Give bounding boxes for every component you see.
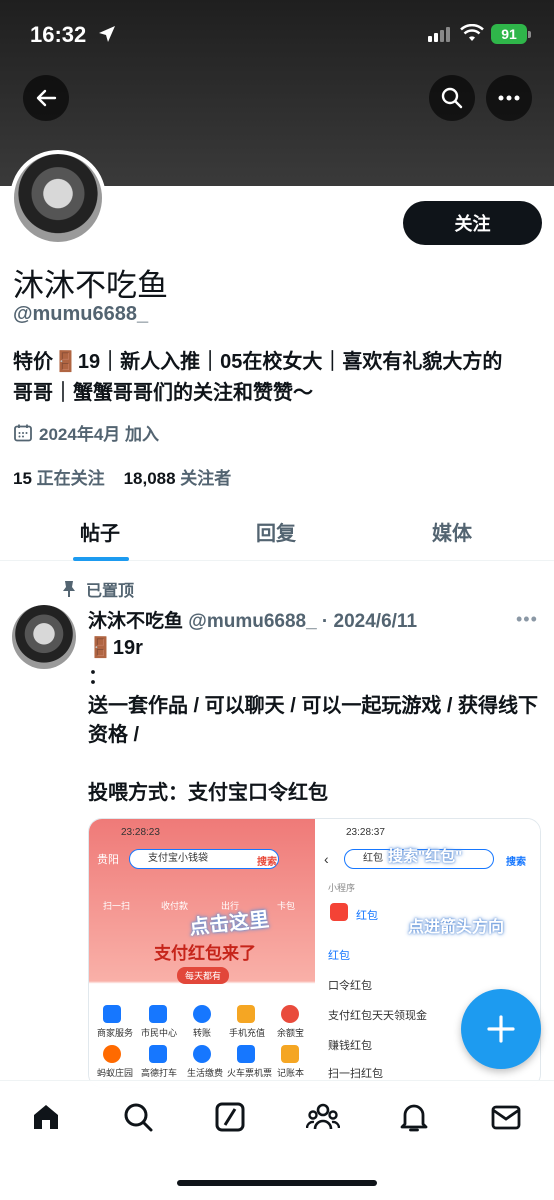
grid-app-icon bbox=[193, 1045, 211, 1063]
communities-icon[interactable] bbox=[305, 1101, 341, 1138]
tab-replies[interactable]: 回复 bbox=[256, 517, 296, 546]
grid-app-label: 蚂蚁庄园 bbox=[97, 1068, 134, 1078]
calendar-icon bbox=[14, 424, 32, 441]
search-icon bbox=[441, 87, 463, 109]
grid-app-icon bbox=[237, 1005, 255, 1023]
following-link[interactable]: 15 正在关注 bbox=[13, 469, 105, 488]
grid-app-label: 余额宝 bbox=[277, 1028, 305, 1038]
image-list-item: 口令红包 bbox=[328, 980, 372, 992]
back-button[interactable] bbox=[23, 75, 69, 121]
image-quick-item: 收付款 bbox=[161, 901, 189, 911]
location-arrow-icon bbox=[98, 25, 116, 48]
image-section-label: 小程序 bbox=[328, 883, 356, 893]
grid-app-label: 生活缴费 bbox=[187, 1068, 224, 1078]
grid-app-icon bbox=[149, 1045, 167, 1063]
follow-button[interactable]: 关注 bbox=[403, 201, 542, 245]
profile-bio: 特价🚪19｜新人入推｜05在校女大｜喜欢有礼貌大方的 哥哥｜蟹蟹哥哥们的关注和赞… bbox=[13, 347, 543, 409]
grid-app-label: 手机充值 bbox=[229, 1028, 266, 1038]
grid-app-icon bbox=[281, 1045, 299, 1063]
image-quick-item: 卡包 bbox=[277, 901, 296, 911]
image-list-item: 扫一扫红包 bbox=[328, 1068, 383, 1080]
joined-text: 2024年4月 加入 bbox=[39, 425, 159, 444]
image-overlay-search: 搜索"红包" bbox=[388, 848, 463, 865]
miniapp-icon bbox=[330, 903, 348, 921]
follow-stats: 15 正在关注 18,088 关注者 bbox=[13, 464, 231, 489]
grid-app-icon bbox=[281, 1005, 299, 1023]
image-banner: 支付红包来了 bbox=[154, 944, 256, 963]
user-handle: @mumu6688_ bbox=[13, 303, 149, 325]
explore-search-icon[interactable] bbox=[122, 1101, 154, 1138]
post-author-avatar[interactable] bbox=[12, 605, 76, 669]
grid-app-icon bbox=[193, 1005, 211, 1023]
grid-app-label: 转账 bbox=[193, 1028, 212, 1038]
more-options-button[interactable] bbox=[486, 75, 532, 121]
pin-icon bbox=[63, 581, 75, 597]
home-icon[interactable] bbox=[30, 1101, 62, 1138]
joined-date: 2024年4月 加入 bbox=[13, 420, 159, 445]
image-miniapp: 红包 bbox=[356, 910, 378, 922]
image-back-icon: ‹ bbox=[324, 851, 329, 867]
followers-count: 18,088 bbox=[123, 469, 176, 488]
notifications-bell-icon[interactable] bbox=[398, 1101, 430, 1138]
image-list-item: 支付红包天天领现金 bbox=[328, 1010, 427, 1022]
post-text: 🚪19r ： 送一套作品 / 可以聊天 / 可以一起玩游戏 / 获得线下资格 /… bbox=[88, 637, 539, 804]
followers-link[interactable]: 18,088 关注者 bbox=[124, 469, 232, 488]
display-name: 沐沐不吃鱼 bbox=[13, 268, 168, 303]
grid-app-icon bbox=[237, 1045, 255, 1063]
image-quick-item: 扫一扫 bbox=[103, 901, 131, 911]
pinned-label: 已置顶 bbox=[86, 583, 135, 600]
grid-app-icon bbox=[103, 1045, 121, 1063]
compose-button[interactable] bbox=[461, 989, 541, 1069]
status-bar: 16:32 91 bbox=[0, 0, 554, 70]
following-label: 正在关注 bbox=[36, 469, 105, 488]
followers-label: 关注者 bbox=[180, 469, 232, 488]
tab-posts[interactable]: 帖子 bbox=[80, 517, 120, 546]
post-more-icon[interactable]: ••• bbox=[516, 609, 538, 630]
post-meta: @mumu6688_ · 2024/6/11 bbox=[188, 611, 418, 632]
home-indicator bbox=[177, 1180, 377, 1186]
image-right-search-btn: 搜索 bbox=[506, 857, 526, 868]
tab-media[interactable]: 媒体 bbox=[432, 517, 472, 546]
messages-icon[interactable] bbox=[490, 1101, 522, 1138]
image-list-item: 红包 bbox=[328, 950, 350, 962]
image-left-time: 23:28:23 bbox=[121, 827, 160, 838]
image-left-panel: 23:28:23 贵阳 支付宝小钱袋 搜索 扫一扫 收付款 出行 卡包 点击这里… bbox=[89, 819, 315, 1087]
grid-app-label: 高德打车 bbox=[141, 1068, 178, 1078]
grid-app-label: 火车票机票 bbox=[227, 1068, 273, 1078]
search-button[interactable] bbox=[429, 75, 475, 121]
grid-app-icon bbox=[103, 1005, 121, 1023]
post-author-name[interactable]: 沐沐不吃鱼 bbox=[88, 611, 183, 632]
grid-app-label: 商家服务 bbox=[97, 1028, 134, 1038]
active-tab-indicator bbox=[73, 557, 129, 561]
image-city: 贵阳 bbox=[97, 854, 119, 866]
post-header: 沐沐不吃鱼 @mumu6688_ · 2024/6/11 bbox=[88, 606, 417, 633]
pinned-indicator: 已置顶 bbox=[62, 577, 134, 601]
wifi-icon bbox=[460, 23, 484, 47]
grok-icon[interactable] bbox=[214, 1101, 246, 1138]
plus-icon bbox=[487, 1015, 515, 1043]
battery-indicator: 91 bbox=[491, 24, 531, 44]
image-overlay-click: 点击这里 bbox=[188, 908, 271, 940]
profile-avatar[interactable] bbox=[10, 150, 106, 246]
grid-app-label: 记账本 bbox=[277, 1068, 305, 1078]
cellular-signal-icon bbox=[428, 26, 452, 47]
bio-line: 特价🚪19｜新人入推｜05在校女大｜喜欢有礼貌大方的 bbox=[13, 351, 503, 373]
image-right-time: 23:28:37 bbox=[346, 827, 385, 838]
arrow-left-icon bbox=[36, 89, 57, 107]
bio-line: 哥哥｜蟹蟹哥哥们的关注和赞赞～ bbox=[13, 382, 313, 404]
more-dots-icon bbox=[498, 95, 520, 101]
grid-app-label: 市民中心 bbox=[141, 1028, 178, 1038]
following-count: 15 bbox=[13, 469, 32, 488]
grid-app-icon bbox=[149, 1005, 167, 1023]
image-list-item: 赚钱红包 bbox=[328, 1040, 372, 1052]
image-pill: 每天都有 bbox=[177, 967, 230, 984]
profile-tabs: 帖子 回复 媒体 bbox=[0, 500, 554, 561]
status-time: 16:32 bbox=[30, 22, 87, 47]
image-left-search-btn: 搜索 bbox=[257, 857, 277, 868]
image-overlay-arrow: 点进箭头方向 bbox=[408, 919, 505, 936]
